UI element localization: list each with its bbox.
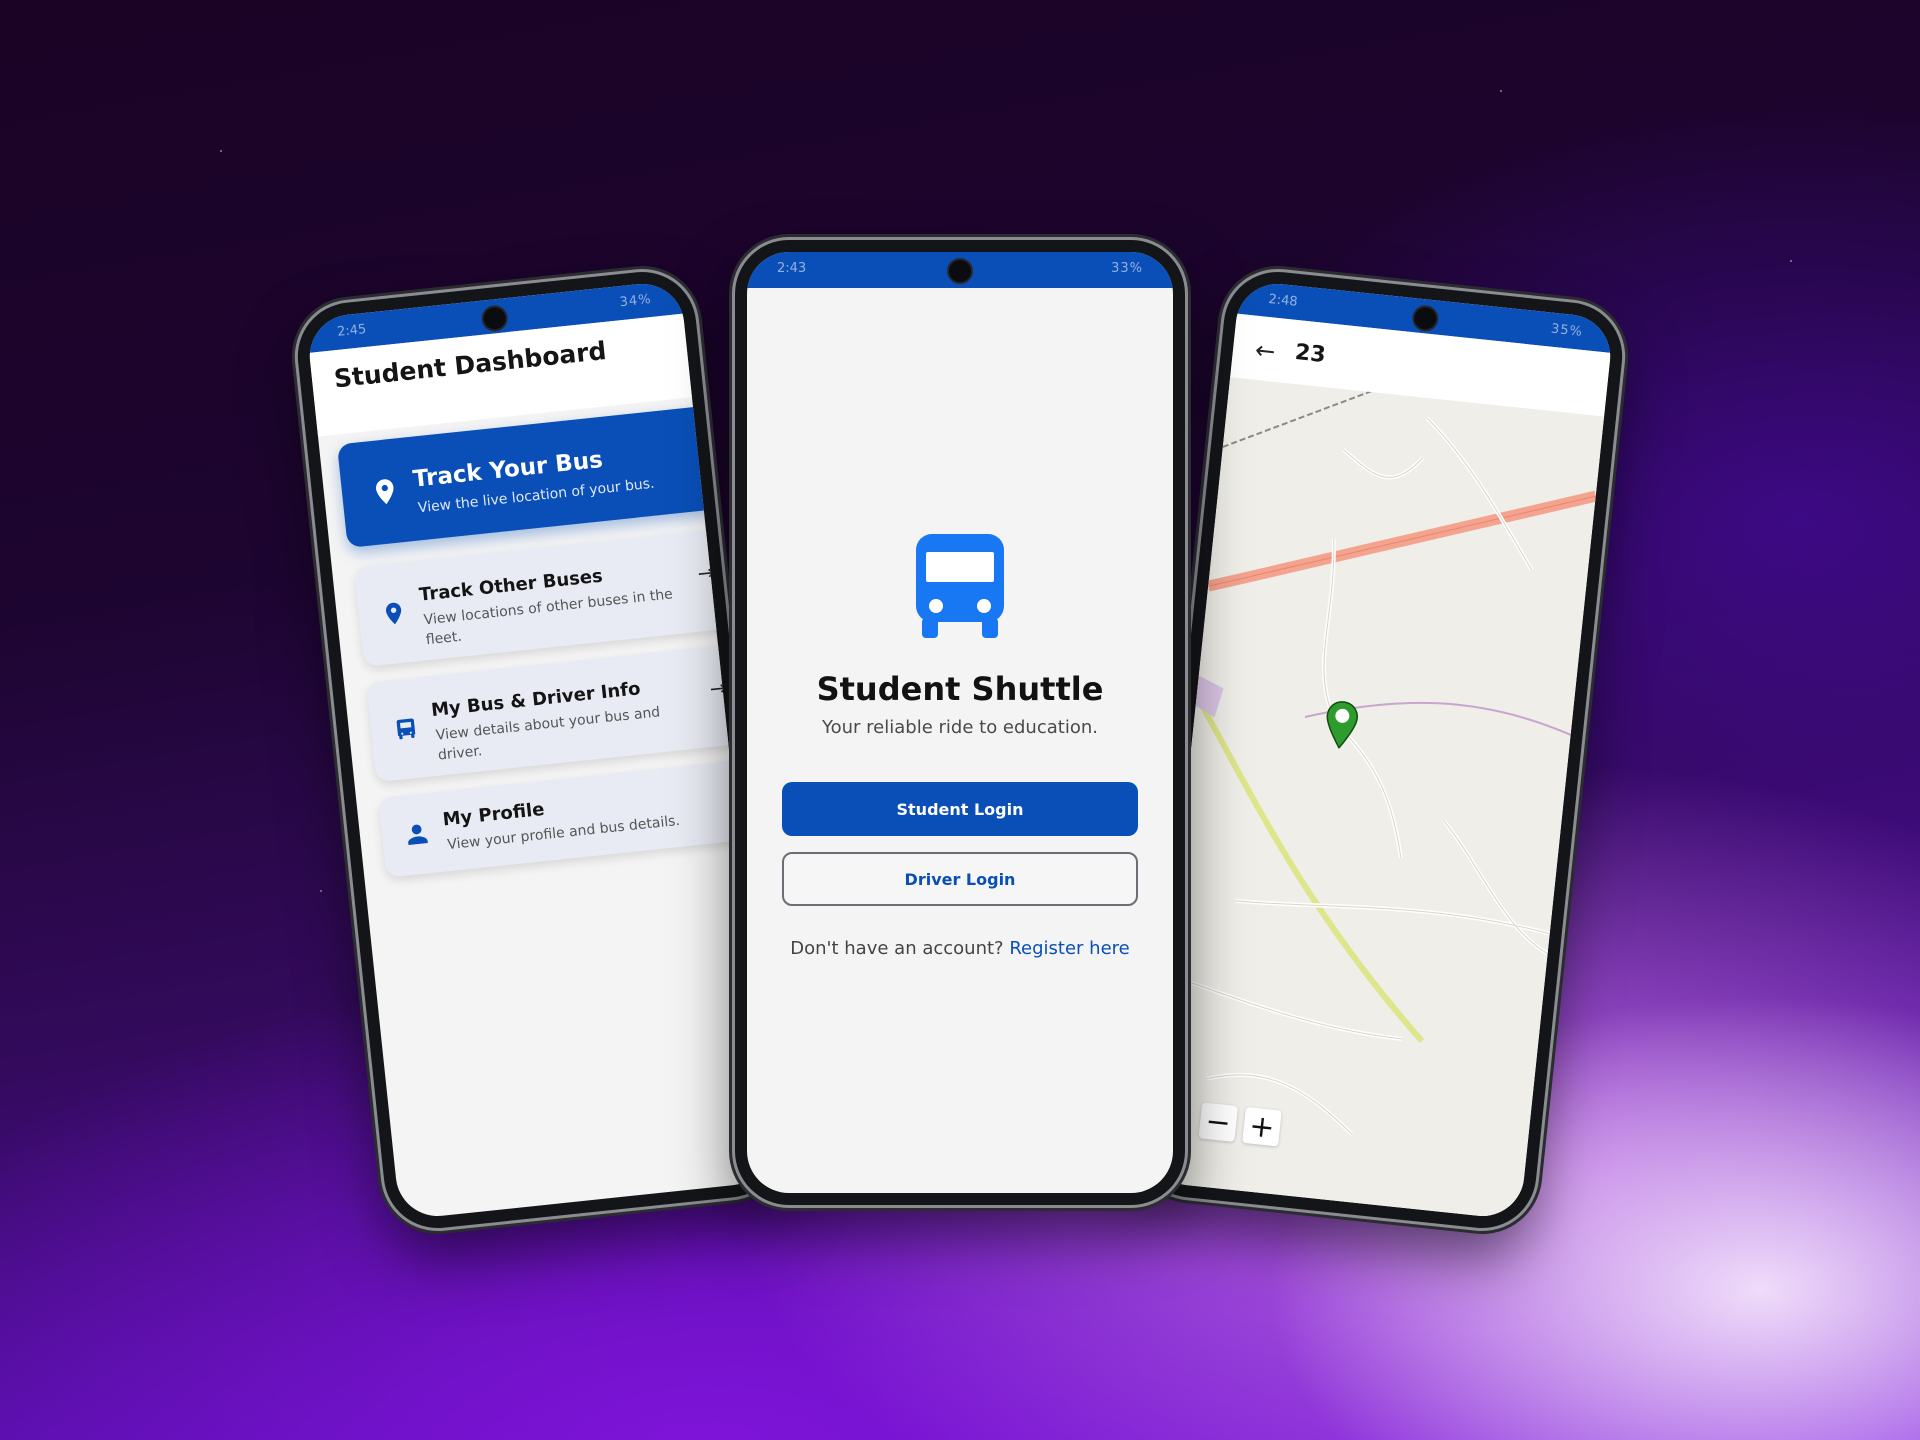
map-roads [1145, 377, 1605, 1221]
app-subtitle: Your reliable ride to education. [822, 717, 1098, 738]
person-icon [408, 824, 428, 846]
dashboard-screen: 2:45 34% Student Dashboard Track Your Bu… [305, 279, 775, 1221]
my-profile-card[interactable]: My Profile View your profile and bus det… [378, 759, 757, 878]
status-time: 2:48 [1267, 291, 1299, 310]
arrow-right-icon: → [708, 675, 728, 701]
bus-route-title: 23 [1293, 340, 1327, 369]
phone-student-dashboard: 2:45 34% Student Dashboard Track Your Bu… [292, 266, 788, 1234]
bus-icon [396, 718, 416, 740]
map-view[interactable]: − + [1145, 377, 1605, 1221]
arrow-right-icon: → [696, 559, 716, 586]
bus-icon [916, 534, 1004, 638]
front-camera [1413, 306, 1438, 331]
status-bar: 2:43 33% [747, 252, 1173, 288]
status-time: 2:45 [336, 321, 368, 340]
phone-bus-map: 2:48 35% ← 23 − + [1132, 266, 1628, 1234]
app-title: Student Shuttle [816, 670, 1104, 708]
status-battery: 34% [618, 291, 653, 311]
login-screen: 2:43 33% Student Shuttle Your reliable r… [747, 252, 1173, 1193]
front-camera [482, 306, 507, 331]
phone-login: 2:43 33% Student Shuttle Your reliable r… [735, 240, 1185, 1205]
star [1500, 90, 1502, 92]
star [320, 890, 322, 892]
star [1790, 260, 1792, 262]
front-camera [949, 260, 971, 282]
register-link[interactable]: Register here [1009, 938, 1129, 959]
status-battery: 33% [1111, 261, 1143, 276]
register-prompt-line: Don't have an account? Register here [747, 938, 1173, 959]
arrow-left-icon[interactable]: ← [1254, 336, 1277, 366]
bus-driver-info-card[interactable]: My Bus & Driver Info View details about … [366, 643, 747, 783]
zoom-out-button[interactable]: − [1198, 1102, 1238, 1142]
track-other-buses-card[interactable]: Track Other Buses View locations of othe… [353, 528, 735, 667]
bus-location-marker-icon[interactable] [1322, 699, 1361, 750]
driver-login-button[interactable]: Driver Login [782, 852, 1138, 906]
status-time: 2:43 [777, 261, 807, 276]
student-login-button[interactable]: Student Login [782, 782, 1138, 836]
location-pin-icon [386, 602, 402, 625]
status-battery: 35% [1550, 321, 1584, 340]
map-screen: 2:48 35% ← 23 − + [1145, 279, 1615, 1221]
star [220, 150, 222, 152]
zoom-in-button[interactable]: + [1242, 1106, 1282, 1147]
register-prompt: Don't have an account? [790, 938, 1004, 959]
location-pin-icon [376, 479, 394, 505]
